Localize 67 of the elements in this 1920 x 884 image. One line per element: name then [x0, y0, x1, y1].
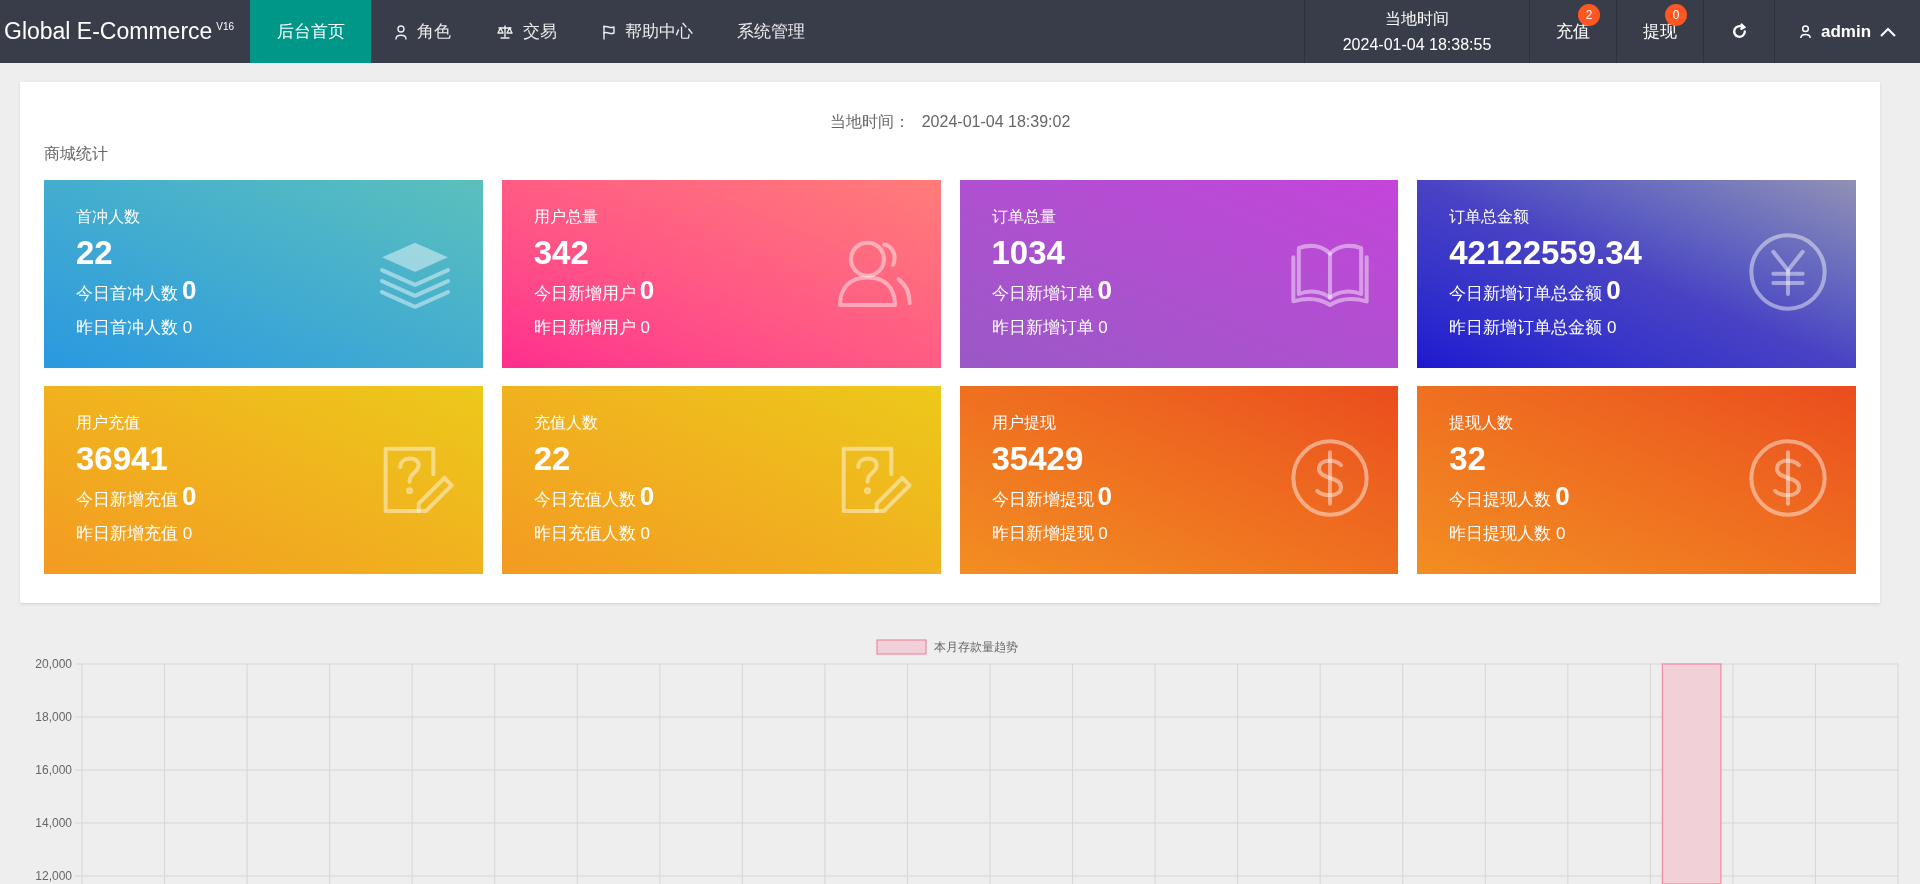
today-value: 0 — [639, 275, 655, 305]
today-label: 今日充值人数 — [533, 489, 636, 511]
card-value: 35429 — [991, 439, 1084, 479]
version-label: V16 — [216, 20, 235, 34]
today-value: 0 — [182, 275, 197, 305]
card-title: 提现人数 — [1449, 413, 1514, 433]
today-label: 今日提现人数 — [1449, 489, 1552, 511]
user-icon — [393, 23, 409, 40]
y-axis-label: 18,000 — [35, 710, 72, 724]
today-value: 0 — [639, 481, 655, 511]
card-value: 1034 — [991, 233, 1065, 273]
flag-icon — [601, 23, 617, 40]
nav-tab[interactable]: 交易 — [473, 0, 579, 63]
logo-text: Global E-Commerce — [4, 17, 213, 47]
today-label: 今日新增提现 — [991, 489, 1094, 511]
yesterday-stat: 昨日充值人数 0 — [533, 522, 650, 545]
card-value: 42122559.34 — [1449, 233, 1642, 273]
today-label: 今日新增充值 — [76, 489, 178, 511]
nav-tab[interactable]: 后台首页 — [250, 0, 371, 63]
card-value: 36941 — [76, 439, 168, 479]
today-value: 0 — [1555, 481, 1570, 511]
card-value: 22 — [76, 233, 113, 273]
card-value: 342 — [533, 233, 589, 273]
refresh-icon — [1730, 23, 1748, 40]
chart-legend-swatch — [876, 639, 927, 655]
today-label: 今日首冲人数 — [76, 283, 178, 305]
yesterday-stat: 昨日提现人数 0 — [1449, 522, 1566, 545]
user-menu-button[interactable]: admin — [1774, 0, 1920, 63]
scale-icon — [495, 23, 515, 40]
yesterday-stat: 昨日新增订单总金额 0 — [1449, 316, 1617, 339]
today-value: 0 — [1606, 275, 1621, 305]
y-axis-label: 14,000 — [35, 816, 72, 830]
yesterday-stat: 昨日新增订单 0 — [991, 316, 1108, 339]
nav-tab[interactable]: 帮助中心 — [579, 0, 715, 63]
card-value: 22 — [533, 439, 571, 479]
yesterday-stat: 昨日新增用户 0 — [533, 316, 650, 339]
today-label: 今日新增订单 — [991, 283, 1094, 305]
y-axis-label: 20,000 — [35, 657, 72, 671]
card-title: 订单总金额 — [1449, 207, 1530, 227]
nav-tab[interactable]: 角色 — [371, 0, 473, 63]
today-value: 0 — [1097, 275, 1112, 305]
y-axis-label: 16,000 — [35, 763, 72, 777]
local-time-value: 2024-01-04 18:39:02 — [921, 112, 1071, 132]
card-title: 首冲人数 — [76, 207, 140, 227]
clock-time: 2024-01-04 18:38:55 — [1342, 34, 1492, 55]
local-time-label: 当地时间： — [829, 112, 910, 132]
yesterday-stat: 昨日新增充值 0 — [76, 522, 193, 545]
today-label: 今日新增订单总金额 — [1449, 283, 1603, 305]
action-button[interactable]: 充值 2 — [1529, 0, 1616, 63]
y-axis-label: 12,000 — [35, 869, 72, 883]
today-label: 今日新增用户 — [533, 283, 636, 305]
chart-legend-label: 本月存款量趋势 — [934, 640, 1018, 654]
section-title: 商城统计 — [44, 144, 109, 164]
chevron-up-icon — [1879, 25, 1898, 38]
today-value: 0 — [182, 481, 197, 511]
user-icon — [1797, 24, 1813, 39]
yesterday-stat: 昨日新增提现 0 — [991, 522, 1108, 545]
yesterday-stat: 昨日首冲人数 0 — [76, 316, 193, 339]
card-title: 订单总量 — [991, 207, 1056, 227]
card-title: 用户提现 — [991, 413, 1056, 433]
card-title: 充值人数 — [533, 413, 598, 433]
clock-label: 当地时间 — [1385, 8, 1449, 29]
nav-tab[interactable]: 系统管理 — [715, 0, 827, 63]
card-title: 用户充值 — [76, 413, 140, 433]
card-title: 用户总量 — [533, 207, 598, 227]
card-value: 32 — [1449, 439, 1486, 479]
today-value: 0 — [1097, 481, 1112, 511]
